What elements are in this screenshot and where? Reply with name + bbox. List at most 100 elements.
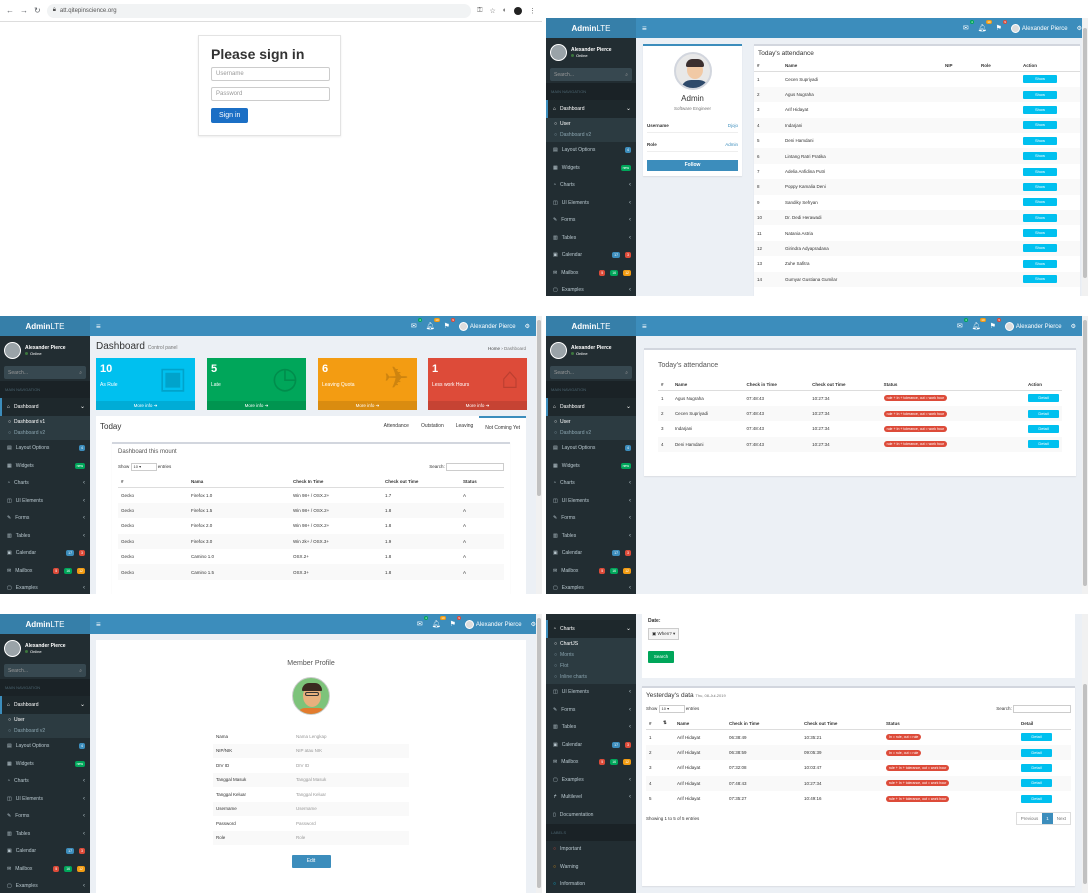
sidebar-item-calendar[interactable]: ▣ Calendar 17 3 <box>0 843 90 861</box>
sidebar-item-forms[interactable]: ✎ Forms ‹ <box>0 510 90 528</box>
notifications-icon[interactable]: 🔔︎ 10 <box>978 20 992 32</box>
follow-button[interactable]: Follow <box>647 160 738 171</box>
sidebar-item-documentation[interactable]: ▯ Documentation <box>546 806 636 824</box>
detail-button[interactable]: Detail <box>1021 794 1052 803</box>
sidebar-item-user[interactable]: ○ User <box>546 119 636 130</box>
show-button[interactable]: Show <box>1023 75 1057 84</box>
sidebar-toggle-icon[interactable]: ≡ <box>96 322 101 331</box>
address-bar[interactable]: 🔒︎ att.qitepinscience.org <box>46 3 472 18</box>
sidebar-item-forms[interactable]: ✎ Forms ‹ <box>546 701 636 719</box>
show-button[interactable]: Show <box>1023 229 1057 238</box>
show-button[interactable]: Show <box>1023 182 1057 191</box>
detail-button[interactable]: Detail <box>1021 779 1052 788</box>
notifications-icon[interactable]: 🔔︎ 10 <box>972 318 986 330</box>
profile-icon[interactable] <box>514 6 522 15</box>
sidebar-item-information[interactable]: ○ Information <box>546 876 636 893</box>
sidebar-item-ui[interactable]: ◫ UI Elements ‹ <box>546 492 636 510</box>
scrollbar[interactable] <box>536 614 542 893</box>
show-button[interactable]: Show <box>1023 275 1057 284</box>
sidebar-item-calendar[interactable]: ▣ Calendar 17 3 <box>546 736 636 754</box>
entries-select[interactable]: 10 ▾ <box>658 705 685 713</box>
detail-button[interactable]: Detail <box>1028 424 1059 433</box>
logo[interactable]: Admin LTE <box>0 316 90 336</box>
show-button[interactable]: Show <box>1023 213 1057 222</box>
tab-not-coming-yet[interactable]: Not Coming Yet <box>479 416 526 436</box>
sidebar-item-tables[interactable]: ▥ Tables ‹ <box>546 229 636 247</box>
edit-button[interactable]: Edit <box>291 855 331 868</box>
sidebar-item-dashboard-v2[interactable]: ○ Dashboard v2 <box>0 726 90 737</box>
tab-outstation[interactable]: Outstation <box>415 416 450 436</box>
entries-select[interactable]: 10 ▾ <box>130 463 157 471</box>
messages-icon[interactable]: ✉ 4 <box>411 318 422 330</box>
scrollbar[interactable] <box>1082 18 1088 296</box>
sidebar-item-dashboard[interactable]: ⌂ Dashboard ⌄ <box>546 100 636 118</box>
detail-button[interactable]: Detail <box>1021 748 1052 757</box>
sidebar-item-dashboard[interactable]: ⌂ Dashboard ⌄ <box>546 398 636 416</box>
logo[interactable]: Admin LTE <box>546 316 636 336</box>
sidebar-item-mailbox[interactable]: ✉ Mailbox 5 16 12 <box>546 754 636 772</box>
show-button[interactable]: Show <box>1023 136 1057 145</box>
more-info-link[interactable]: More info ➜ <box>318 401 417 410</box>
show-button[interactable]: Show <box>1023 259 1057 268</box>
sidebar-item-forms[interactable]: ✎ Forms ‹ <box>546 212 636 230</box>
logo[interactable]: Admin LTE <box>546 18 636 38</box>
sidebar-item-layout[interactable]: ▤ Layout Options 4 <box>546 142 636 160</box>
table-search-input[interactable] <box>446 463 504 471</box>
menu-icon[interactable]: ⋮ <box>529 7 536 15</box>
sidebar-item-mailbox[interactable]: ✉ Mailbox 5 16 12 <box>0 860 90 878</box>
messages-icon[interactable]: ✉ 4 <box>957 318 968 330</box>
extension-icon[interactable]: ◐ <box>503 7 507 15</box>
sidebar-item-charts[interactable]: ◔ Charts ‹ <box>0 773 90 791</box>
sidebar-item-examples[interactable]: ▢ Examples ‹ <box>0 878 90 893</box>
sidebar-item-examples[interactable]: ▢ Examples ‹ <box>546 771 636 789</box>
sidebar-item-widgets[interactable]: ▦ Widgets new <box>0 457 90 475</box>
gears-icon[interactable]: ⚙ <box>525 323 530 330</box>
date-picker-button[interactable]: ▣ When? ▾ <box>648 628 680 640</box>
star-icon[interactable]: ☆ <box>489 7 495 15</box>
sidebar-item-charts[interactable]: ◔ Charts ⌄ <box>546 620 636 638</box>
detail-button[interactable]: Detail <box>1028 409 1059 418</box>
sidebar-toggle-icon[interactable]: ≡ <box>96 620 101 629</box>
sidebar-item-ui[interactable]: ◫ UI Elements ‹ <box>0 790 90 808</box>
sidebar-item-tables[interactable]: ▥ Tables ‹ <box>0 527 90 545</box>
scrollbar[interactable] <box>1082 316 1088 594</box>
tasks-icon[interactable]: ⚑ 9 <box>990 318 1001 330</box>
next-button[interactable]: Next <box>1053 813 1070 824</box>
back-icon[interactable]: ← <box>6 6 14 15</box>
sidebar-item-ui[interactable]: ◫ UI Elements ‹ <box>546 194 636 212</box>
show-button[interactable]: Show <box>1023 105 1057 114</box>
sidebar-item-examples[interactable]: ▢ Examples ‹ <box>546 282 636 297</box>
sidebar-item-multilevel[interactable]: ↱ Multilevel ‹ <box>546 789 636 807</box>
notifications-icon[interactable]: 🔔︎ 10 <box>426 318 440 330</box>
tasks-icon[interactable]: ⚑ 9 <box>996 20 1007 32</box>
tasks-icon[interactable]: ⚑ 9 <box>450 616 461 628</box>
sidebar-item-charts[interactable]: ◔ Charts ‹ <box>546 475 636 493</box>
notifications-icon[interactable]: 🔔︎ 10 <box>432 616 446 628</box>
scrollbar[interactable] <box>1082 614 1088 893</box>
page-button[interactable]: 1 <box>1042 813 1053 825</box>
detail-button[interactable]: Detail <box>1028 394 1059 403</box>
logo[interactable]: Admin LTE <box>0 614 90 634</box>
sidebar-toggle-icon[interactable]: ≡ <box>642 322 647 331</box>
show-button[interactable]: Show <box>1023 121 1057 130</box>
sidebar-item-tables[interactable]: ▥ Tables ‹ <box>546 527 636 545</box>
table-search-input[interactable] <box>1013 705 1071 713</box>
sidebar-search[interactable]: Search... ⌕ <box>4 366 86 379</box>
sidebar-item-calendar[interactable]: ▣ Calendar 17 3 <box>0 545 90 563</box>
tasks-icon[interactable]: ⚑ 9 <box>444 318 455 330</box>
key-icon[interactable]: ⚿ <box>477 7 482 15</box>
sidebar-item-layout[interactable]: ▤ Layout Options 4 <box>0 738 90 756</box>
messages-icon[interactable]: ✉ 4 <box>963 20 974 32</box>
sidebar-item-dashboard-v2[interactable]: ○ Dashboard v2 <box>546 130 636 141</box>
sidebar-search[interactable]: Search... ⌕ <box>550 68 632 81</box>
sidebar-search[interactable]: Search... ⌕ <box>4 664 86 677</box>
user-menu[interactable]: Alexander Pierce <box>458 321 516 331</box>
sidebar-item-mailbox[interactable]: ✉ Mailbox 5 16 12 <box>546 264 636 282</box>
show-button[interactable]: Show <box>1023 198 1057 207</box>
more-info-link[interactable]: More info ➜ <box>428 401 527 410</box>
sidebar-item-layout[interactable]: ▤ Layout Options 4 <box>0 440 90 458</box>
sidebar-item-inline-charts[interactable]: ○ Inline charts <box>546 672 636 683</box>
sidebar-search[interactable]: Search... ⌕ <box>550 366 632 379</box>
sidebar-item-dashboard-v2[interactable]: ○ Dashboard v2 <box>546 428 636 439</box>
sidebar-item-user[interactable]: ○ User <box>0 715 90 726</box>
